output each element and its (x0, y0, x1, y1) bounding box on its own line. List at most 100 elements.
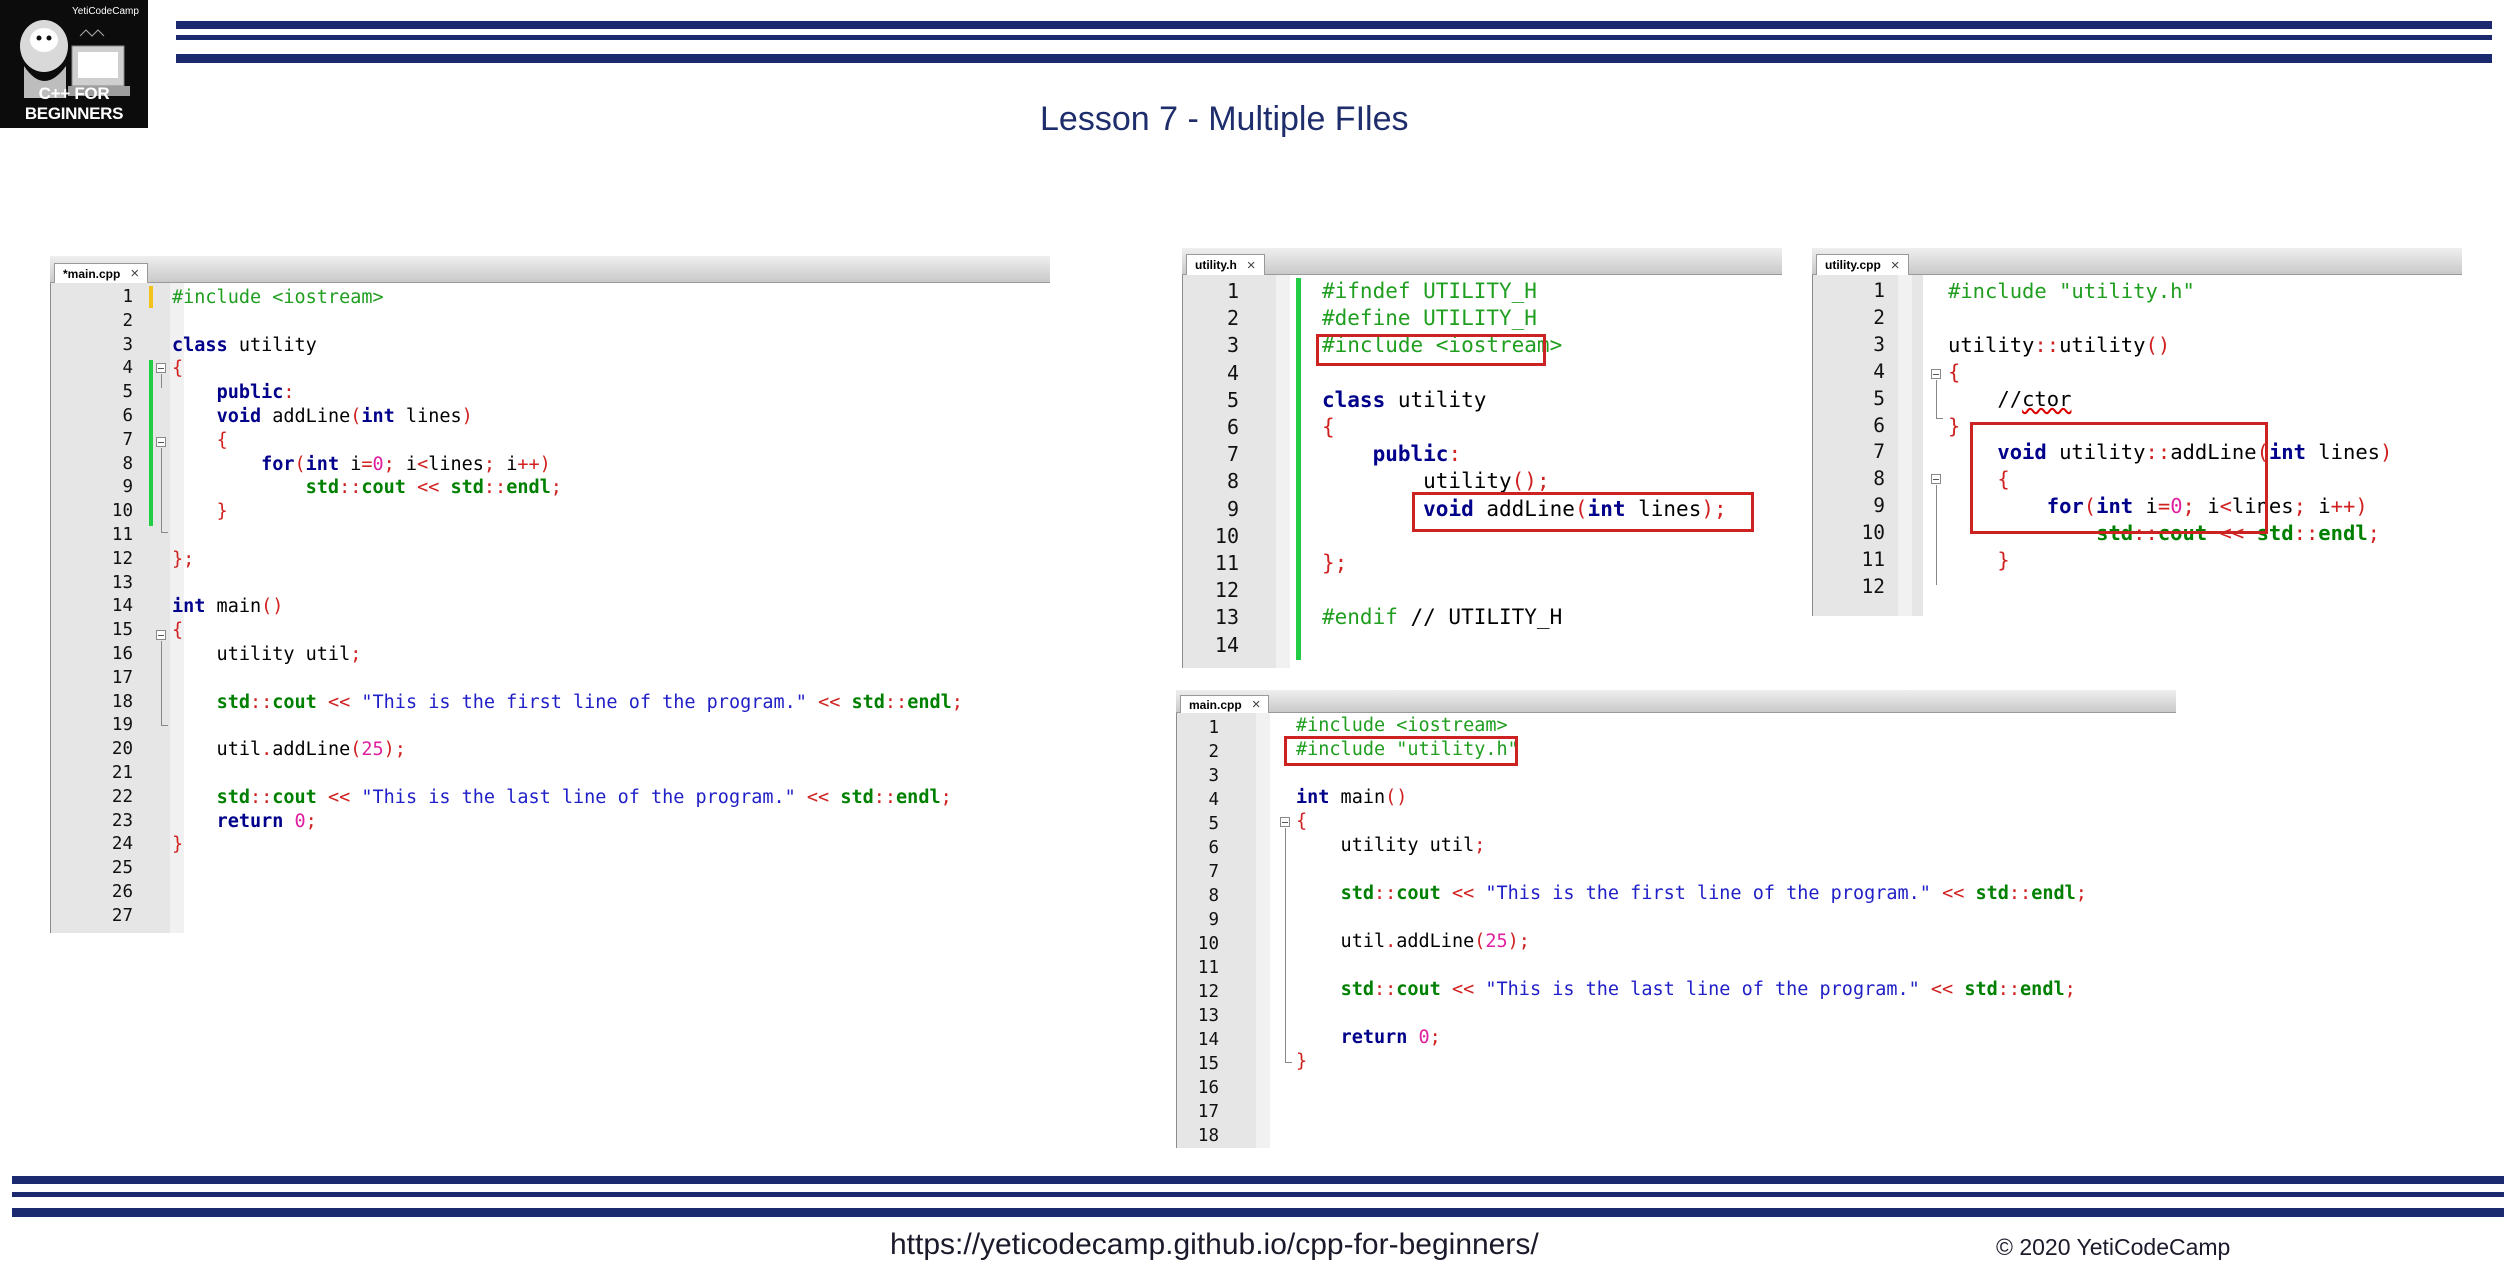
code-line[interactable]: #include "utility.h" (1948, 278, 2195, 305)
code-line[interactable]: //ctor (1948, 386, 2071, 413)
close-icon[interactable]: × (1247, 257, 1256, 274)
line-number: 25 (111, 858, 133, 879)
code-line[interactable]: }; (1322, 550, 1347, 577)
code-token: ) (2380, 440, 2393, 465)
close-icon[interactable]: × (1891, 257, 1900, 274)
code-line[interactable]: std::cout << "This is the first line of … (172, 691, 963, 715)
code-token: endl (506, 477, 551, 499)
code-token: ; (940, 786, 952, 808)
line-number: 6 (1226, 415, 1239, 439)
code-token: endl (896, 786, 941, 808)
fold-collapse-icon[interactable] (156, 437, 166, 447)
code-line[interactable]: class utility (1322, 387, 1486, 414)
code-line[interactable]: void addLine(int lines) (172, 405, 473, 429)
code-line[interactable]: #include <iostream> (1296, 714, 1508, 738)
fold-line (161, 374, 162, 388)
code-line[interactable]: { (172, 429, 228, 453)
code-line[interactable]: } (1948, 413, 1960, 440)
code-token: #include <iostream> (172, 287, 384, 308)
code-token: return (1340, 1027, 1408, 1048)
code-line[interactable]: std::cout << "This is the last line of t… (1296, 978, 2076, 1002)
code-line[interactable]: #define UTILITY_H (1322, 305, 1537, 332)
line-number: 13 (1214, 605, 1239, 630)
code-line[interactable]: std::cout << "This is the first line of … (1296, 882, 2087, 906)
fold-end (161, 711, 168, 726)
code-line[interactable]: int main() (1296, 786, 1407, 810)
code-area[interactable]: #include <iostream> class utility{ public… (172, 286, 1050, 933)
fold-end (161, 518, 168, 533)
code-token: << (1451, 883, 1475, 904)
fold-collapse-icon[interactable] (1931, 369, 1941, 379)
code-line[interactable]: public: (172, 381, 295, 405)
code-line[interactable]: for(int i=0; i<lines; i++) (172, 453, 551, 477)
code-token: std (305, 477, 340, 499)
code-line[interactable]: utility::utility() (1948, 332, 2170, 359)
code-area[interactable]: #include <iostream> #include "utility.h" i… (1296, 714, 2176, 1148)
code-line[interactable]: int main() (172, 595, 283, 619)
code-line[interactable]: util.addLine(25); (172, 738, 406, 762)
close-icon[interactable]: × (130, 265, 139, 282)
line-number: 7 (1208, 862, 1219, 882)
code-token: endl (2031, 883, 2076, 904)
code-token: < (417, 453, 429, 475)
line-number: 8 (1873, 467, 1885, 491)
code-line[interactable]: } (1296, 1050, 1307, 1074)
highlight-box (1284, 736, 1518, 766)
code-line[interactable]: }; (172, 548, 194, 572)
code-line[interactable]: return 0; (172, 810, 317, 834)
code-line[interactable]: { (172, 357, 183, 381)
fold-collapse-icon[interactable] (1280, 817, 1290, 827)
code-token: ( (350, 739, 362, 761)
tab-main-new[interactable]: main.cpp × (1180, 695, 1270, 713)
code-line[interactable]: } (1948, 547, 2009, 574)
line-number: 2 (1226, 306, 1239, 331)
editor-utility-h: utility.h × 1 2 3 4 5 6 7 8 9 10 11 12 13 14 #ifndef … (1182, 248, 1782, 668)
code-line[interactable]: util.addLine(25); (1296, 930, 1530, 954)
fold-collapse-icon[interactable] (156, 363, 166, 373)
course-url-link[interactable]: https://yeticodecamp.github.io/cpp-for-b… (890, 1228, 1539, 1262)
code-line[interactable]: std::cout << "This is the last line of t… (172, 786, 952, 810)
code-line[interactable]: #include <iostream> (172, 286, 384, 310)
line-number: 6 (1873, 413, 1885, 437)
code-line[interactable]: } (172, 833, 183, 857)
fold-collapse-icon[interactable] (1931, 474, 1941, 484)
code-line[interactable]: std::cout << std::endl; (172, 476, 562, 500)
tab-utility-cpp[interactable]: utility.cpp × (1816, 254, 1909, 275)
code-line[interactable]: class utility (172, 334, 317, 358)
code-token: i (394, 453, 418, 475)
code-line[interactable]: #ifndef UTILITY_H (1322, 278, 1537, 305)
line-number: 8 (1226, 469, 1239, 494)
code-line[interactable]: return 0; (1296, 1026, 1441, 1050)
code-token: lines (394, 406, 462, 427)
line-number: 8 (122, 453, 133, 474)
code-line[interactable]: { (1296, 810, 1307, 834)
code-token: :: (249, 691, 273, 713)
code-token: { (216, 429, 228, 451)
tab-main-original[interactable]: *main.cpp × (54, 263, 149, 283)
code-token: endl (2318, 521, 2368, 546)
tab-label: main.cpp (1189, 697, 1242, 712)
code-token: = (361, 453, 373, 475)
code-token: ; (1474, 835, 1486, 856)
code-line[interactable]: public: (1322, 441, 1462, 468)
change-bar (149, 286, 153, 308)
code-line[interactable]: { (1322, 414, 1335, 441)
logo: YetiCodeCamp C++ FOR BEGINNERS (0, 0, 148, 128)
line-number: 20 (111, 739, 133, 760)
tab-utility-h[interactable]: utility.h × (1186, 254, 1265, 275)
fold-collapse-icon[interactable] (156, 630, 166, 640)
code-line[interactable]: { (172, 619, 183, 643)
line-number: 13 (1197, 1006, 1219, 1026)
close-icon[interactable]: × (1252, 696, 1261, 713)
code-line[interactable]: utility util; (1296, 834, 1486, 858)
code-line[interactable]: } (172, 500, 228, 524)
code-line[interactable]: { (1948, 359, 1960, 386)
code-line[interactable]: utility util; (172, 643, 362, 667)
code-line[interactable]: #endif // UTILITY_H (1322, 604, 1562, 631)
line-number: 19 (111, 715, 133, 736)
code-token: { (172, 620, 184, 642)
